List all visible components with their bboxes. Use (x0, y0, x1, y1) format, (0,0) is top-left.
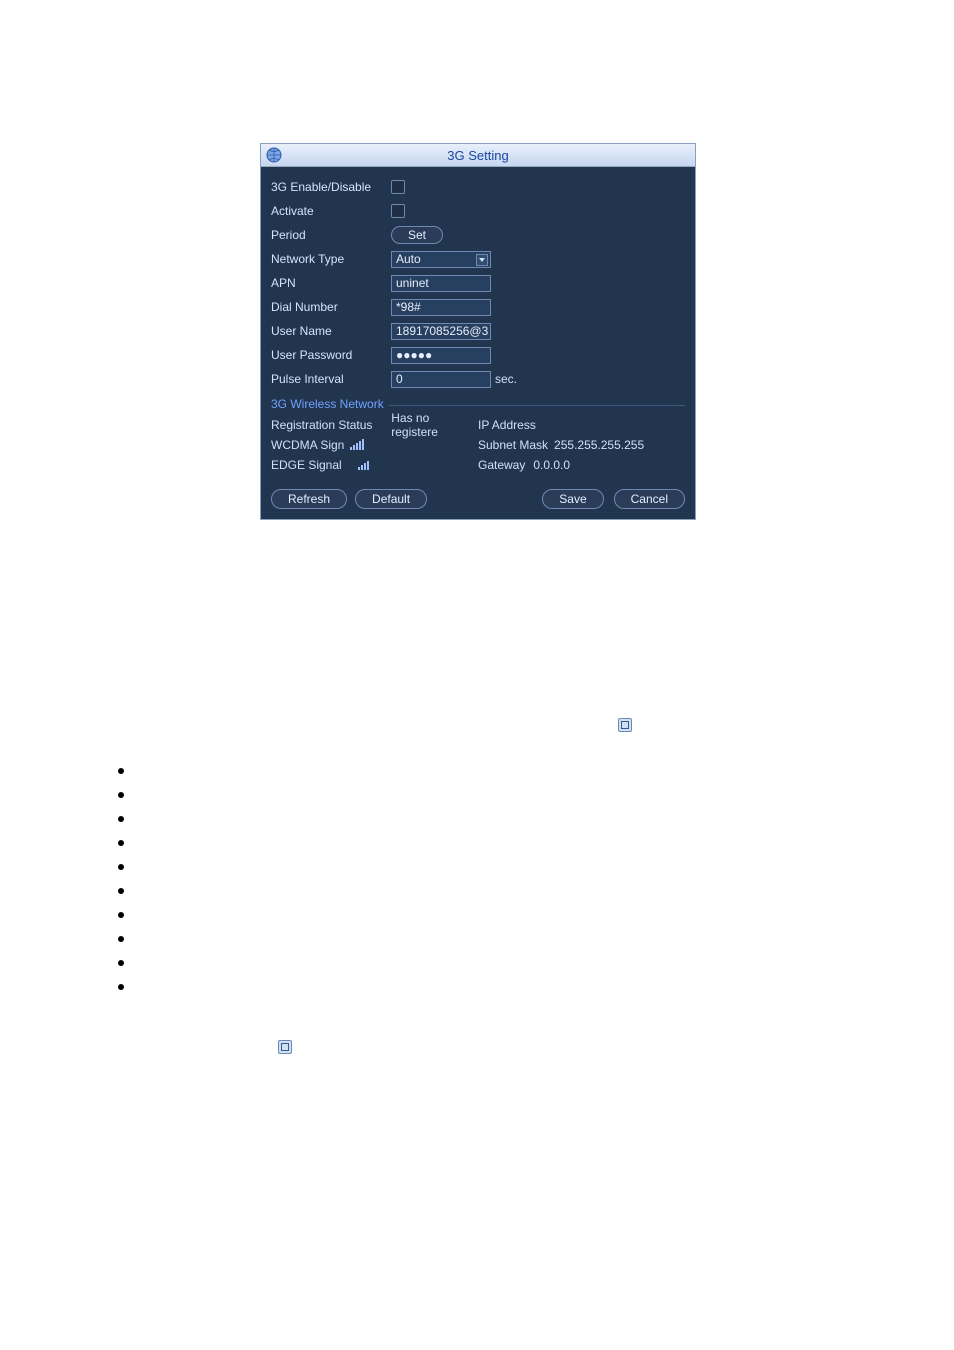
edge-row: EDGE Signal (271, 455, 478, 475)
subnet-row: Subnet Mask 255.255.255.255 (478, 435, 685, 455)
bullet (118, 864, 124, 870)
pulse-input[interactable]: 0 (391, 371, 491, 388)
bullet-list (118, 768, 128, 1008)
3g-setting-dialog: 3G Setting 3G Enable/Disable Activate Pe… (260, 143, 696, 520)
period-label: Period (271, 228, 391, 242)
network-icon (265, 146, 283, 164)
bullet (118, 768, 124, 774)
ip-label: IP Address (478, 418, 536, 432)
section-header: 3G Wireless Network (271, 397, 685, 411)
pulse-label: Pulse Interval (271, 372, 391, 386)
bullet (118, 936, 124, 942)
bullet (118, 984, 124, 990)
inline-box-icon (278, 1040, 292, 1054)
pass-label: User Password (271, 348, 391, 362)
inline-box-icon (618, 718, 632, 732)
gateway-row: Gateway 0.0.0.0 (478, 455, 685, 475)
subnet-label: Subnet Mask (478, 438, 548, 452)
signal-bars-icon (358, 460, 369, 470)
bullet (118, 960, 124, 966)
signal-bars-icon (350, 440, 364, 450)
bullet (118, 912, 124, 918)
save-button[interactable]: Save (542, 489, 603, 509)
enable-label: 3G Enable/Disable (271, 180, 391, 194)
bullet (118, 816, 124, 822)
activate-label: Activate (271, 204, 391, 218)
activate-checkbox[interactable] (391, 204, 405, 218)
reg-status-row: Registration Status Has no registere (271, 415, 478, 435)
section-title: 3G Wireless Network (271, 397, 384, 411)
user-label: User Name (271, 324, 391, 338)
ip-row: IP Address (478, 415, 685, 435)
titlebar: 3G Setting (261, 144, 695, 167)
pass-input[interactable]: ●●●●● (391, 347, 491, 364)
divider (389, 405, 685, 406)
gateway-label: Gateway (478, 458, 525, 472)
network-type-dropdown[interactable]: Auto (391, 251, 491, 268)
network-type-value: Auto (396, 252, 421, 266)
network-type-label: Network Type (271, 252, 391, 266)
dial-input[interactable]: *98# (391, 299, 491, 316)
dialog-title: 3G Setting (261, 148, 695, 163)
apn-label: APN (271, 276, 391, 290)
edge-label: EDGE Signal (271, 458, 342, 472)
reg-status-label: Registration Status (271, 418, 387, 432)
bullet (118, 888, 124, 894)
pulse-unit: sec. (495, 372, 517, 386)
cancel-button[interactable]: Cancel (614, 489, 685, 509)
refresh-button[interactable]: Refresh (271, 489, 347, 509)
period-set-button[interactable]: Set (391, 226, 443, 244)
gateway-value: 0.0.0.0 (533, 458, 570, 472)
user-input[interactable]: 18917085256@3 (391, 323, 491, 340)
subnet-value: 255.255.255.255 (554, 438, 644, 452)
dial-label: Dial Number (271, 300, 391, 314)
bullet (118, 792, 124, 798)
enable-checkbox[interactable] (391, 180, 405, 194)
bullet (118, 840, 124, 846)
reg-status-value: Has no registere (391, 411, 478, 439)
chevron-down-icon (476, 254, 488, 266)
apn-input[interactable]: uninet (391, 275, 491, 292)
default-button[interactable]: Default (355, 489, 427, 509)
wcdma-label: WCDMA Sign (271, 438, 344, 452)
